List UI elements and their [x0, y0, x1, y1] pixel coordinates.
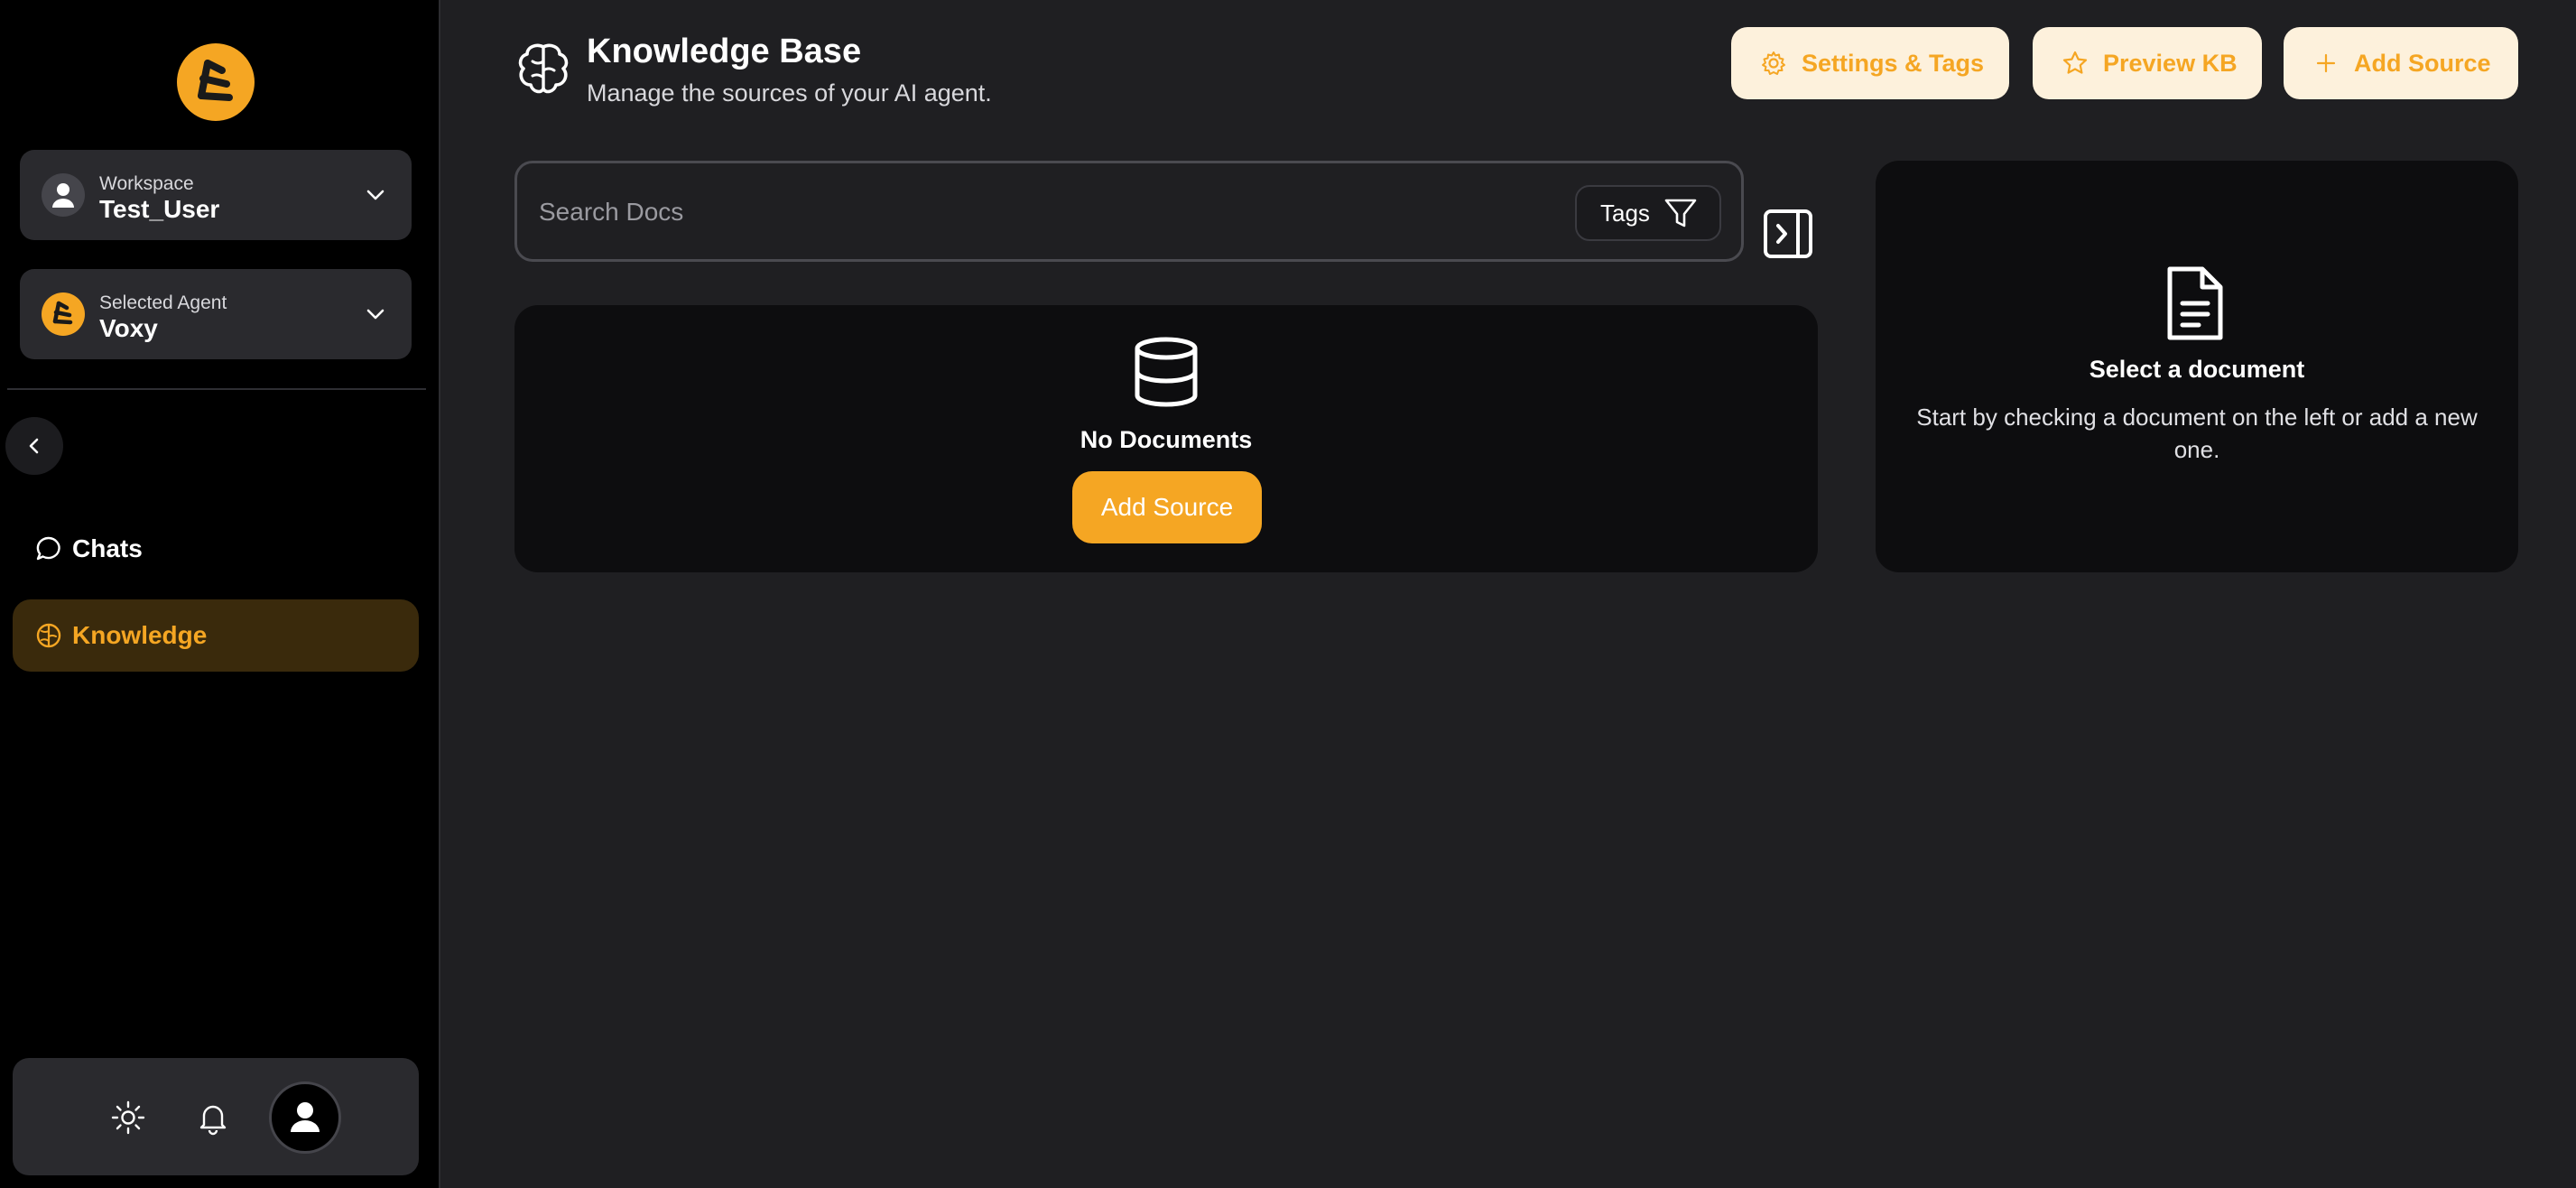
add-source-label: Add Source	[2354, 49, 2491, 77]
brain-icon	[36, 623, 61, 648]
chevron-down-icon[interactable]	[363, 302, 388, 327]
sidebar-item-label: Knowledge	[72, 621, 208, 649]
agent-logo-icon	[42, 292, 85, 336]
page-title: Knowledge Base	[587, 32, 862, 70]
sidebar-item-label: Chats	[72, 534, 143, 562]
preview-kb-button[interactable]: Preview KB	[2033, 27, 2262, 99]
sidebar: Workspace Test_User Selected Agent Voxy	[0, 0, 440, 1188]
tags-filter-label: Tags	[1600, 199, 1650, 227]
gear-icon	[1762, 51, 1785, 75]
add-source-button[interactable]: Add Source	[2284, 27, 2518, 99]
chevron-down-icon[interactable]	[363, 182, 388, 208]
search-input[interactable]	[539, 187, 1441, 237]
toggle-panel-icon[interactable]	[1762, 208, 1814, 260]
add-source-button[interactable]: Add Source	[1072, 471, 1262, 543]
tags-filter-button[interactable]: Tags	[1575, 185, 1721, 241]
user-avatar-icon	[42, 173, 85, 217]
document-preview-panel: Select a document Start by checking a do…	[1876, 161, 2518, 572]
documents-list: No Documents Add Source	[514, 305, 1818, 572]
search-bar: Tags	[514, 161, 1744, 262]
sidebar-item-chats[interactable]: Chats	[13, 513, 419, 585]
settings-tags-label: Settings & Tags	[1802, 49, 1985, 77]
agent-caption: Selected Agent	[99, 292, 227, 313]
bell-icon[interactable]	[195, 1100, 231, 1136]
star-icon	[2062, 51, 2088, 74]
sidebar-item-knowledge[interactable]: Knowledge	[13, 599, 419, 672]
chat-bubble-icon	[36, 536, 60, 561]
empty-state-title: No Documents	[1080, 426, 1253, 453]
sun-icon[interactable]	[110, 1100, 146, 1136]
agent-selector[interactable]: Selected Agent Voxy	[20, 269, 412, 359]
sidebar-bottom-bar	[13, 1058, 419, 1175]
user-avatar-icon	[282, 1094, 329, 1141]
preview-kb-label: Preview KB	[2103, 49, 2238, 77]
voxy-logo-icon[interactable]	[177, 43, 255, 121]
database-icon	[1135, 337, 1198, 407]
plus-icon	[2316, 53, 2336, 73]
settings-tags-button[interactable]: Settings & Tags	[1731, 27, 2009, 99]
app-root: Workspace Test_User Selected Agent Voxy	[0, 0, 2576, 1188]
chevron-left-icon	[29, 438, 39, 454]
document-panel-title: Select a document	[2089, 356, 2305, 383]
filter-icon	[1664, 199, 1697, 227]
page-subtitle: Manage the sources of your AI agent.	[587, 79, 992, 107]
workspace-name: Test_User	[99, 195, 220, 223]
agent-name: Voxy	[99, 314, 158, 342]
sidebar-divider	[7, 388, 426, 390]
workspace-selector[interactable]: Workspace Test_User	[20, 150, 412, 240]
profile-button[interactable]	[269, 1081, 341, 1154]
collapse-sidebar-button[interactable]	[5, 417, 63, 475]
document-icon	[2167, 266, 2223, 340]
workspace-caption: Workspace	[99, 173, 194, 194]
document-panel-description: Start by checking a document on the left…	[1916, 404, 2478, 463]
brain-icon	[518, 43, 569, 94]
